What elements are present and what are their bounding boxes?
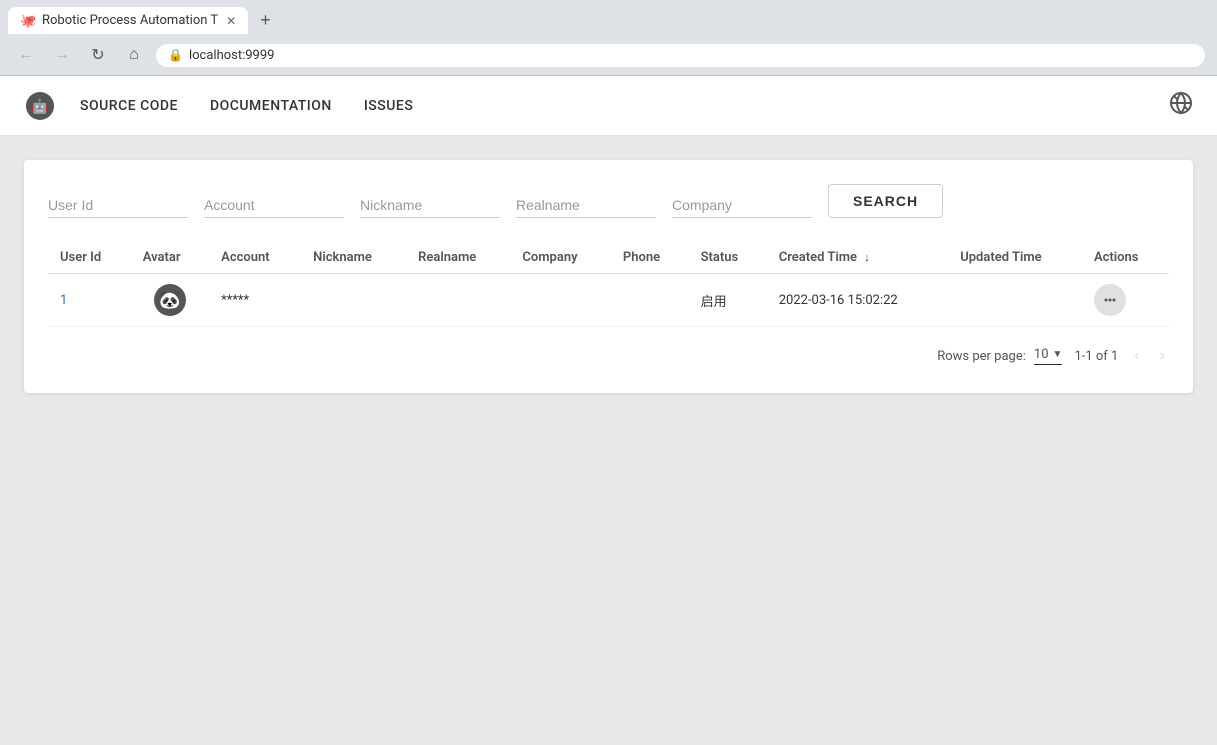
col-header-avatar: Avatar [131, 242, 209, 274]
next-page-button[interactable]: › [1156, 343, 1169, 369]
user-id-field [48, 193, 188, 218]
nav-issues[interactable]: ISSUES [364, 94, 413, 118]
address-bar: ← → ↻ ⌂ 🔒 localhost:9999 [0, 35, 1217, 75]
user-id-input[interactable] [48, 193, 188, 218]
account-field [204, 193, 344, 218]
action-button[interactable] [1094, 284, 1126, 316]
col-header-account: Account [209, 242, 301, 274]
cell-phone [611, 274, 689, 327]
avatar: 🐼 [154, 284, 186, 316]
table-row: 1 🐼 ***** 启用 2022-03-16 15:02:22 [48, 274, 1169, 327]
reload-button[interactable]: ↻ [84, 41, 112, 69]
cell-created-time: 2022-03-16 15:02:22 [767, 274, 948, 327]
pagination-row: Rows per page: 10 ▼ 1-1 of 1 ‹ › [48, 343, 1169, 369]
page-info: 1-1 of 1 [1074, 349, 1118, 364]
cell-actions [1082, 274, 1169, 327]
realname-field [516, 193, 656, 218]
col-header-realname: Realname [406, 242, 510, 274]
company-field [672, 193, 812, 218]
url-bar[interactable]: 🔒 localhost:9999 [156, 44, 1205, 67]
lock-icon: 🔒 [168, 48, 183, 62]
col-header-user-id: User Id [48, 242, 131, 274]
app-nav: SOURCE CODE DOCUMENTATION ISSUES [80, 94, 1169, 118]
nickname-field [360, 193, 500, 218]
nickname-input[interactable] [360, 193, 500, 218]
col-header-created-time[interactable]: Created Time ↓ [767, 242, 948, 274]
col-header-status: Status [689, 242, 767, 274]
app-logo-icon: 🤖 [24, 90, 56, 122]
col-header-nickname: Nickname [301, 242, 406, 274]
svg-text:🤖: 🤖 [31, 98, 48, 115]
prev-page-button[interactable]: ‹ [1130, 343, 1143, 369]
search-form: SEARCH [48, 184, 1169, 218]
per-page-value: 10 [1034, 347, 1049, 362]
search-button[interactable]: SEARCH [828, 184, 943, 218]
sort-desc-icon: ↓ [864, 251, 870, 264]
forward-button[interactable]: → [48, 41, 76, 69]
browser-chrome: 🐙 Robotic Process Automation T ✕ + ← → ↻… [0, 0, 1217, 76]
cell-realname [406, 274, 510, 327]
cell-company [510, 274, 610, 327]
account-input[interactable] [204, 193, 344, 218]
tab-bar: 🐙 Robotic Process Automation T ✕ + [0, 0, 1217, 35]
col-header-updated-time: Updated Time [948, 242, 1082, 274]
home-button[interactable]: ⌂ [120, 41, 148, 69]
nav-documentation[interactable]: DOCUMENTATION [210, 94, 332, 118]
realname-input[interactable] [516, 193, 656, 218]
cell-status: 启用 [689, 274, 767, 327]
main-content: SEARCH User Id Avatar Account Nickname [0, 136, 1217, 417]
new-tab-button[interactable]: + [252, 6, 279, 35]
rows-per-page: Rows per page: 10 ▼ [937, 347, 1062, 365]
col-header-phone: Phone [611, 242, 689, 274]
rows-per-page-label: Rows per page: [937, 349, 1026, 364]
cell-avatar: 🐼 [131, 274, 209, 327]
nav-source-code[interactable]: SOURCE CODE [80, 94, 178, 118]
cell-nickname [301, 274, 406, 327]
table-header: User Id Avatar Account Nickname Realname [48, 242, 1169, 274]
cell-account: ***** [209, 274, 301, 327]
header-row: User Id Avatar Account Nickname Realname [48, 242, 1169, 274]
back-button[interactable]: ← [12, 41, 40, 69]
col-header-company: Company [510, 242, 610, 274]
url-text: localhost:9999 [189, 48, 275, 63]
tab-title: Robotic Process Automation T [42, 13, 218, 28]
user-table: User Id Avatar Account Nickname Realname [48, 242, 1169, 327]
cell-updated-time [948, 274, 1082, 327]
table-body: 1 🐼 ***** 启用 2022-03-16 15:02:22 [48, 274, 1169, 327]
cell-user-id: 1 [48, 274, 131, 327]
col-header-actions: Actions [1082, 242, 1169, 274]
language-icon[interactable] [1169, 91, 1193, 120]
tab-favicon: 🐙 [20, 14, 34, 28]
tab-close-button[interactable]: ✕ [226, 14, 236, 28]
per-page-dropdown-icon: ▼ [1053, 349, 1063, 360]
active-tab[interactable]: 🐙 Robotic Process Automation T ✕ [8, 7, 248, 34]
per-page-select[interactable]: 10 ▼ [1034, 347, 1063, 365]
company-input[interactable] [672, 193, 812, 218]
user-id-link[interactable]: 1 [60, 293, 67, 308]
app-header: 🤖 SOURCE CODE DOCUMENTATION ISSUES [0, 76, 1217, 136]
user-table-card: SEARCH User Id Avatar Account Nickname [24, 160, 1193, 393]
